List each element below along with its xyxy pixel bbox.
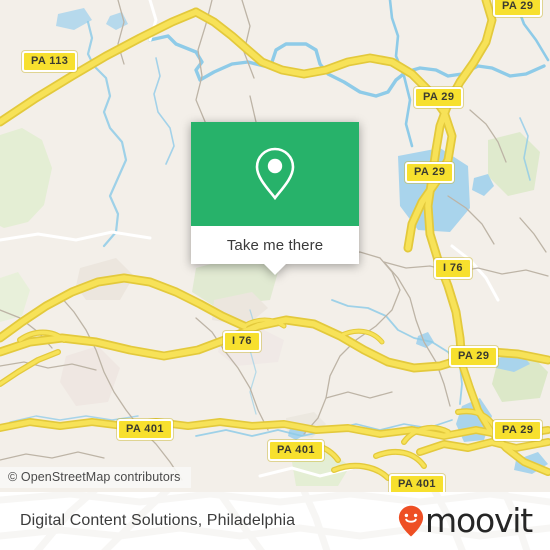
popup-pointer-tail (263, 263, 287, 275)
road-shield: PA 29 (405, 162, 455, 183)
moovit-wordmark: moovit (425, 501, 533, 540)
road-shield: PA 29 (414, 87, 464, 108)
road-shield: PA 401 (117, 419, 173, 440)
road-shield: PA 401 (389, 474, 445, 492)
map-pin-icon (255, 147, 295, 201)
road-shield: I 76 (434, 258, 472, 279)
footer-bar: Digital Content Solutions, Philadelphia … (0, 492, 550, 550)
road-shield: PA 29 (449, 346, 499, 367)
take-me-there-label: Take me there (226, 236, 324, 254)
moovit-logo[interactable]: moovit (398, 501, 533, 540)
road-shield: PA 29 (493, 420, 543, 441)
map-screenshot: PA 113 PA 29 PA 29 PA 29 I 76 I 76 PA 29 PA 29 P… (0, 0, 550, 550)
popup-icon-panel (191, 122, 359, 226)
moovit-pin-icon (398, 505, 424, 537)
popup-action-bar[interactable]: Take me there (191, 226, 359, 264)
road-shield: PA 29 (493, 0, 543, 17)
page-title: Digital Content Solutions, Philadelphia (20, 512, 296, 529)
location-popup-card[interactable]: Take me there (191, 122, 359, 275)
road-shield: PA 401 (268, 440, 324, 461)
map-attribution[interactable]: © OpenStreetMap contributors (0, 467, 191, 488)
map-canvas[interactable]: PA 113 PA 29 PA 29 PA 29 I 76 I 76 PA 29 PA 29 P… (0, 0, 550, 492)
road-shield: I 76 (223, 331, 261, 352)
road-shield: PA 113 (22, 51, 78, 72)
